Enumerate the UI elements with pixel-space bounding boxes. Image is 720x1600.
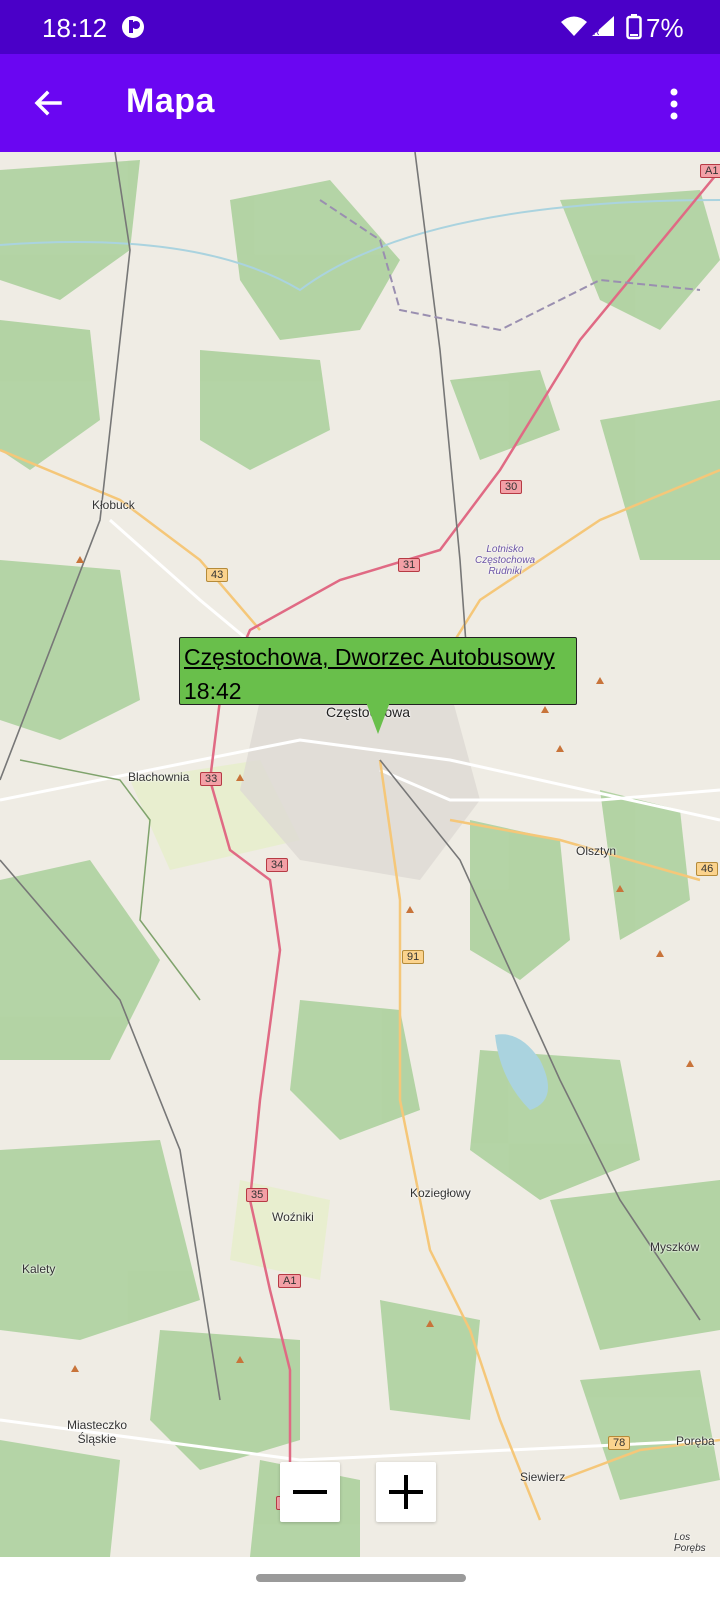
road-number-badge: 91: [402, 950, 425, 964]
place-label: Blachownia: [128, 770, 190, 784]
airport-label: Lotnisko Częstochowa Rudniki: [474, 544, 536, 577]
zoom-out-button[interactable]: [280, 1462, 340, 1522]
signal-icon: R: [592, 16, 614, 37]
status-bar: 18:12 R 7%: [0, 0, 720, 54]
place-label: Siewierz: [520, 1470, 566, 1484]
page-title: Mapa: [126, 82, 215, 120]
road-number-badge: A1: [278, 1274, 302, 1288]
place-label: Poręba: [676, 1434, 715, 1448]
place-label: Myszków: [650, 1240, 700, 1254]
place-label: Koziegłowy: [410, 1186, 471, 1200]
place-label: Woźniki: [272, 1210, 314, 1224]
place-label: Kłobuck: [92, 498, 135, 512]
place-label: Kalety: [22, 1262, 56, 1276]
zoom-in-button[interactable]: [376, 1462, 436, 1522]
road-number-badge: A1: [700, 164, 720, 178]
minus-icon: [293, 1490, 327, 1494]
road-number-badge: 46: [696, 862, 719, 876]
plus-icon: [389, 1475, 423, 1509]
notification-app-icon: [122, 16, 144, 38]
place-label: Olsztyn: [576, 844, 617, 858]
popup-pointer: [366, 702, 390, 734]
stop-name[interactable]: Częstochowa, Dworzec Autobusowy: [184, 644, 555, 671]
map-view[interactable]: Kłobuck Lotnisko Częstochowa Rudniki Czę…: [0, 152, 720, 1557]
place-label: Los Porębs: [674, 1532, 706, 1554]
more-vert-icon[interactable]: [664, 84, 684, 124]
wifi-icon: [561, 16, 587, 36]
road-number-badge: 78: [608, 1436, 631, 1450]
road-number-badge: 33: [200, 772, 223, 786]
battery-icon: [626, 14, 642, 40]
place-label: Miasteczko Śląskie: [66, 1418, 128, 1446]
departure-time: 18:42: [184, 678, 242, 704]
home-gesture-handle[interactable]: [256, 1574, 466, 1582]
status-time: 18:12: [42, 13, 108, 43]
road-number-badge: 30: [500, 480, 523, 494]
road-number-badge: 31: [398, 558, 421, 572]
navigation-bar: [0, 1557, 720, 1600]
road-number-badge: 34: [266, 858, 289, 872]
road-number-badge: 43: [206, 568, 229, 582]
battery-percent: 7%: [646, 13, 684, 43]
arrow-left-icon[interactable]: [28, 84, 68, 124]
app-bar: Mapa: [0, 54, 720, 152]
road-number-badge: 35: [246, 1188, 269, 1202]
svg-text:R: R: [593, 27, 600, 37]
stop-info-popup[interactable]: Częstochowa, Dworzec Autobusowy 18:42: [179, 637, 577, 705]
